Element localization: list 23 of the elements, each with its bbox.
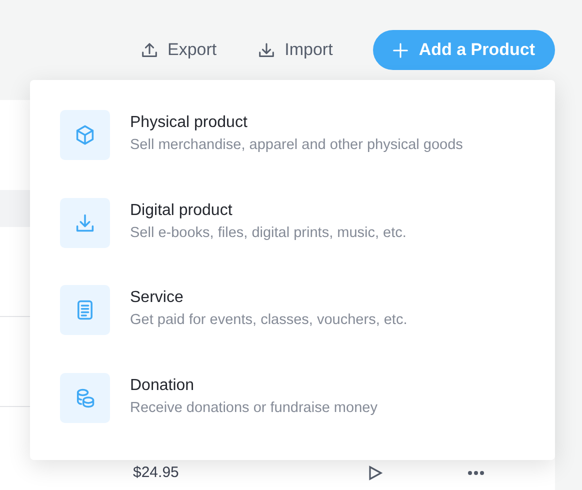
plus-icon bbox=[390, 40, 410, 60]
price-cell-text: $24.95 bbox=[133, 464, 180, 482]
menu-item[interactable]: Donation Receive donations or fundraise money bbox=[60, 372, 555, 460]
package-icon bbox=[74, 124, 96, 146]
item-title: Service bbox=[130, 289, 184, 307]
item-description: Get paid for events, classes, vouchers, etc. bbox=[130, 312, 408, 328]
item-description: Sell merchandise, apparel and other physical goods bbox=[130, 137, 463, 153]
export-button[interactable]: Export bbox=[130, 32, 227, 68]
more-icon[interactable] bbox=[467, 470, 485, 476]
item-title: Donation bbox=[130, 376, 196, 394]
item-title: Physical product bbox=[130, 114, 248, 132]
item-description: Sell e-books, files, digital prints, music, etc. bbox=[130, 224, 406, 240]
item-title: Digital product bbox=[130, 202, 234, 220]
download-icon bbox=[74, 212, 96, 234]
play-icon[interactable] bbox=[367, 464, 383, 481]
import-button[interactable]: Import bbox=[246, 32, 343, 68]
upload-icon bbox=[140, 40, 158, 60]
item-description: Receive donations or fundraise money bbox=[130, 400, 378, 416]
download-icon bbox=[256, 40, 276, 60]
menu-item[interactable]: Physical product Sell merchandise, apparel and other physical goods bbox=[60, 110, 555, 198]
menu-item[interactable]: Digital product Sell e-books, files, digital prints, music, etc. bbox=[60, 198, 555, 285]
menu-item[interactable]: Service Get paid for events, classes, vouchers, etc. bbox=[60, 285, 555, 372]
coins-icon bbox=[74, 386, 96, 408]
